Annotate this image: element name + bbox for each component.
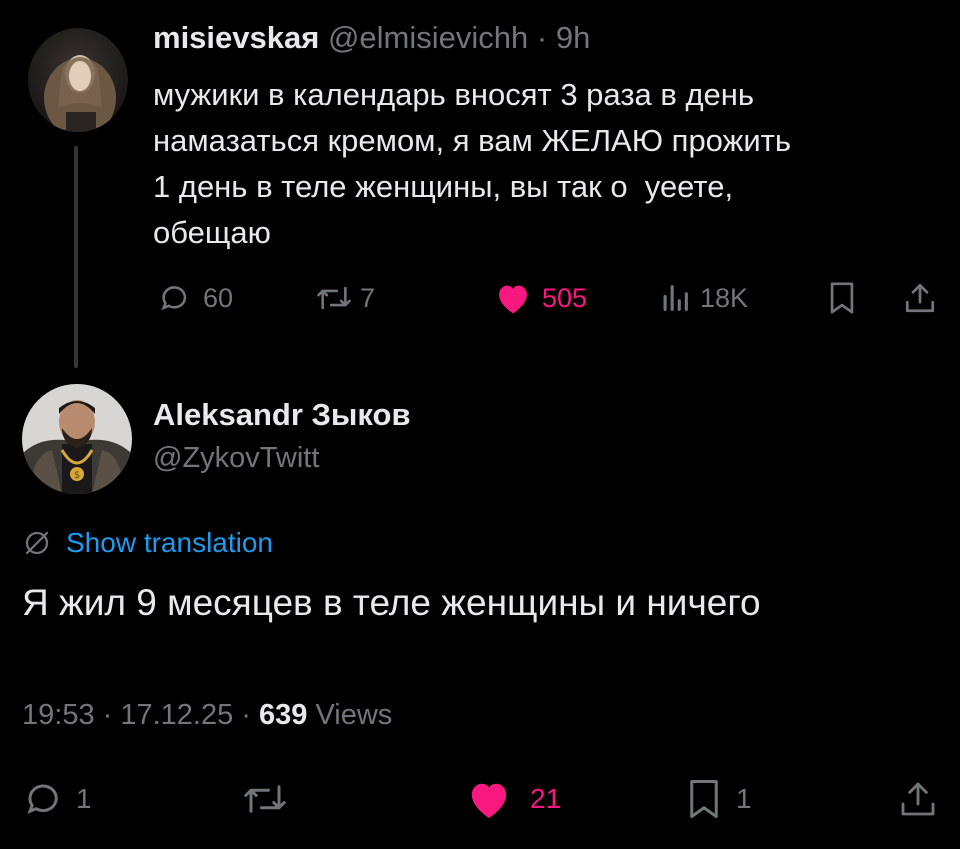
reply-button[interactable]: 1 <box>22 778 92 820</box>
post-meta: 19:53 · 17.12.25 · 639 Views <box>22 699 392 732</box>
reply-count: 1 <box>76 783 92 814</box>
views-total[interactable]: 639 <box>259 699 307 731</box>
views-icon <box>663 285 688 311</box>
original-post-header: misievskaя @elmisievichh · 9h <box>153 20 590 56</box>
like-icon <box>499 285 527 314</box>
post-text-line: 1 день в теле женщины, вы так о уеете, <box>153 169 734 204</box>
post-text-line: обещаю <box>153 215 271 250</box>
share-button[interactable] <box>898 778 938 820</box>
reply-count: 60 <box>203 282 234 313</box>
svg-text:$: $ <box>74 470 80 481</box>
like-button[interactable]: 505 <box>494 281 587 315</box>
meta-separator: · <box>94 699 121 731</box>
original-post-text: мужики в календарь вносят 3 раза в день … <box>153 72 953 256</box>
show-translation-link[interactable]: Show translation <box>22 527 273 559</box>
reply-button[interactable]: 60 <box>157 281 233 315</box>
post-text-line: намазаться кремом, я вам ЖЕЛАЮ прожить <box>153 123 791 158</box>
post-text-line: мужики в календарь вносят 3 раза в день <box>153 77 755 112</box>
repost-icon <box>244 785 286 813</box>
repost-button[interactable]: 7 <box>314 281 375 315</box>
repost-icon <box>317 286 351 310</box>
reply-icon <box>27 784 58 814</box>
bookmark-button[interactable]: 1 <box>686 778 752 820</box>
share-icon <box>905 283 935 313</box>
post-date[interactable]: 17.12.25 <box>120 699 233 731</box>
avatar-misievskaya[interactable] <box>28 28 128 132</box>
like-button[interactable]: 21 <box>466 778 561 820</box>
share-icon <box>901 782 935 816</box>
reply-author-handle[interactable]: @ZykovTwitt <box>153 442 319 475</box>
avatar-zykov[interactable]: $ <box>22 384 132 494</box>
reply-post-text: Я жил 9 месяцев в теле женщины и ничего <box>22 582 761 623</box>
like-count: 505 <box>542 282 588 313</box>
reply-author-name[interactable]: Aleksandr Зыков <box>153 397 411 433</box>
like-icon <box>471 783 507 819</box>
original-author-handle[interactable]: @elmisievichh <box>328 20 528 55</box>
show-translation-label[interactable]: Show translation <box>66 527 273 559</box>
bookmark-icon <box>690 780 718 818</box>
repost-count: 7 <box>360 282 376 313</box>
thread-line <box>74 146 78 368</box>
meta-separator: · <box>233 699 260 731</box>
translate-icon <box>25 531 49 555</box>
original-author-name[interactable]: misievskaя <box>153 20 319 55</box>
bookmark-icon <box>830 282 854 314</box>
post-timestamp[interactable]: 19:53 <box>22 699 95 731</box>
views-label: Views <box>307 699 393 731</box>
share-button[interactable] <box>903 281 937 315</box>
repost-button[interactable] <box>240 778 290 820</box>
reply-icon <box>161 286 187 311</box>
views-count: 18K <box>700 282 749 313</box>
bookmark-button[interactable] <box>827 281 857 315</box>
bookmark-count: 1 <box>736 783 752 814</box>
like-count: 21 <box>530 783 562 814</box>
post-time[interactable]: 9h <box>556 20 590 55</box>
views-button[interactable]: 18K <box>660 281 748 315</box>
header-separator: · <box>536 20 548 55</box>
